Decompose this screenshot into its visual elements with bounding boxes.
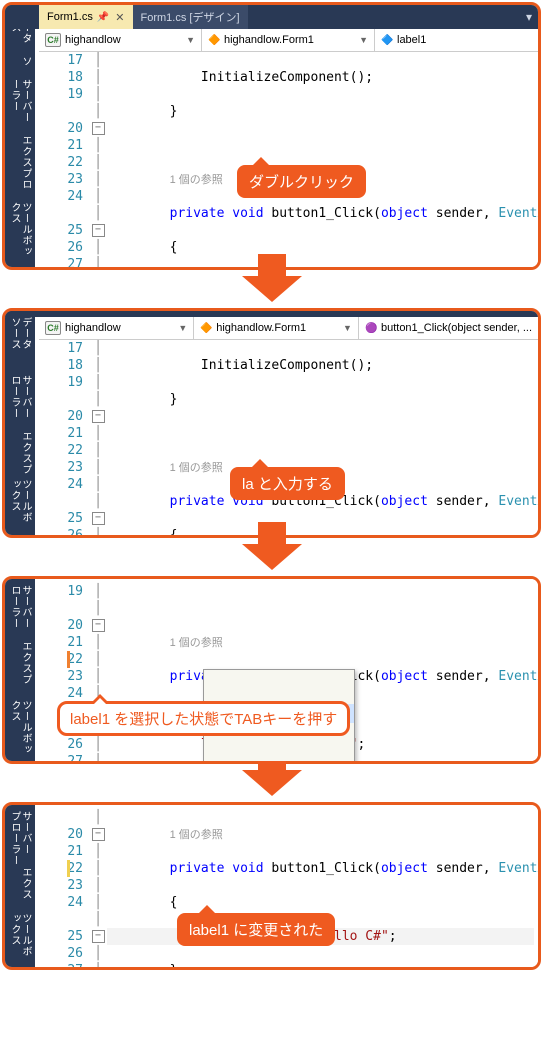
line-number-gutter: 19 2021222324 25262728 <box>39 583 89 764</box>
nav-scope-dropdown[interactable]: C# highandlow▼ <box>39 29 202 51</box>
nav-member-dropdown[interactable]: label1 <box>375 29 538 51</box>
code-area[interactable]: 1 個の参照 private void button1_Click(object… <box>107 583 538 764</box>
code-editor[interactable]: 171819 2021222324 25262728293031 ││││ −│… <box>39 52 538 270</box>
nav-member-dropdown[interactable]: button1_Click(object sender, ... <box>359 317 538 339</box>
change-marker <box>67 651 70 668</box>
nav-bar: C# highandlow▼ highandlow.Form1▼ button1… <box>39 317 538 340</box>
vs-side-toolwindows[interactable]: サーバー エクスプローラー ツールボックス <box>5 579 35 761</box>
callout-double-click: ダブルクリック <box>237 165 366 198</box>
callout-type-la: la と入力する <box>230 467 345 500</box>
method-icon <box>365 322 377 334</box>
callout-press-tab: label1 を選択した状態でTABキーを押す <box>57 701 350 736</box>
class-icon <box>208 34 220 46</box>
code-area[interactable]: InitializeComponent(); } 1 個の参照 private … <box>107 340 538 538</box>
nav-class-dropdown[interactable]: highandlow.Form1▼ <box>202 29 375 51</box>
change-marker <box>67 860 70 877</box>
panel-step-2: データ ソース サーバー エクスプローラー ツールボックス C# highand… <box>2 308 541 538</box>
csharp-badge-icon: C# <box>45 321 61 335</box>
tab-form1-design[interactable]: Form1.cs [デザイン] <box>133 5 248 29</box>
outline-gutter[interactable]: ││ −│││││ −│││ <box>89 583 107 764</box>
code-area[interactable]: InitializeComponent(); } 1 個の参照 private … <box>107 52 538 270</box>
csharp-badge-icon: C# <box>45 33 61 47</box>
panel-step-1: データ ソース サーバー エクスプローラー ツールボックス Form1.cs 📌… <box>2 2 541 270</box>
line-number-gutter: 171819 2021222324 25262728 <box>39 340 89 538</box>
pin-icon[interactable]: 📌 <box>97 12 109 23</box>
vs-side-toolwindows[interactable]: データ ソース サーバー エクスプローラー ツールボックス <box>5 311 35 535</box>
document-tab-bar: Form1.cs 📌 ✕ Form1.cs [デザイン] ▾ <box>5 5 538 29</box>
callout-changed-to-label1: label1 に変更された <box>177 913 335 946</box>
field-icon <box>381 34 393 46</box>
line-number-gutter: 171819 2021222324 25262728293031 <box>39 52 89 270</box>
nav-scope-dropdown[interactable]: C# highandlow▼ <box>39 317 194 339</box>
line-number-gutter: 2021222324 252627 <box>39 809 89 970</box>
vs-side-toolwindows[interactable]: サーバー エクスプローラー ツールボックス <box>5 805 35 967</box>
nav-class-dropdown[interactable]: highandlow.Form1▼ <box>194 317 359 339</box>
code-editor[interactable]: 19 2021222324 25262728 ││ −│││││ −│││ 1 … <box>39 579 538 764</box>
panel-step-4: サーバー エクスプローラー ツールボックス 2021222324 252627 … <box>2 802 541 970</box>
tab-form1-cs[interactable]: Form1.cs 📌 ✕ <box>39 5 133 29</box>
step-arrow-icon <box>242 544 302 570</box>
tab-overflow-dropdown-icon[interactable]: ▾ <box>520 5 538 29</box>
outline-gutter[interactable]: │ −│││││ −││ <box>89 809 107 970</box>
class-icon <box>200 322 212 334</box>
class-icon <box>208 761 220 765</box>
outline-gutter[interactable]: ││││ −│││││ −│││ <box>89 340 107 538</box>
nav-bar: C# highandlow▼ highandlow.Form1▼ label1 <box>39 29 538 52</box>
step-arrow-icon <box>242 276 302 302</box>
code-editor[interactable]: 171819 2021222324 25262728 ││││ −│││││ −… <box>39 340 538 538</box>
panel-step-3: サーバー エクスプローラー ツールボックス 19 2021222324 2526… <box>2 576 541 764</box>
outline-gutter[interactable]: ││││ −│││││ −│││││ <box>89 52 107 270</box>
vs-side-toolwindows[interactable]: データ ソース サーバー エクスプローラー ツールボックス <box>5 5 35 267</box>
step-arrow-icon <box>242 770 302 796</box>
close-icon[interactable]: ✕ <box>115 11 124 24</box>
